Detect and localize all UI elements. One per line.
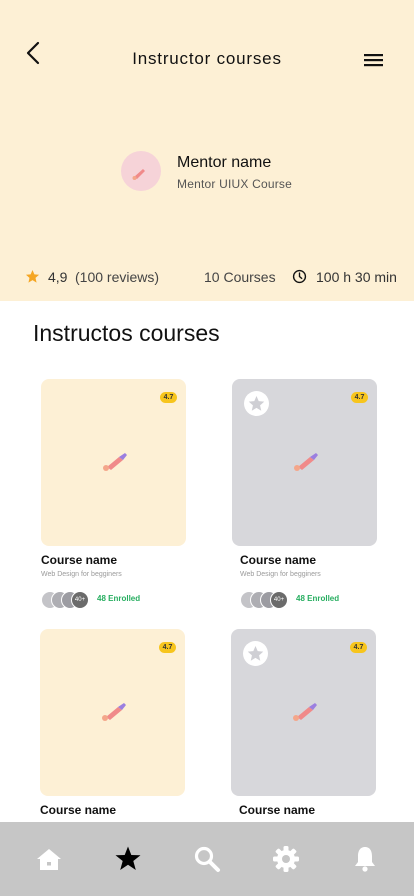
- rating-badge: 4.7: [160, 392, 177, 403]
- course-name[interactable]: Course name: [41, 553, 117, 567]
- enrolled-group: 40+ 48 Enrolled: [240, 591, 400, 609]
- mentor-avatar[interactable]: [121, 151, 161, 191]
- course-subtitle: Web Design for begginers: [240, 571, 321, 578]
- page-title: Instructor courses: [132, 49, 282, 68]
- more-avatars-badge: 40+: [71, 591, 89, 609]
- paintbrush-icon: [294, 453, 318, 471]
- mentor-course: Mentor UIUX Course: [177, 177, 292, 191]
- mentor-stats: 4,9 (100 reviews) 10 Courses 100 h 30 mi…: [0, 268, 414, 288]
- hamburger-menu-icon[interactable]: [362, 50, 386, 70]
- star-outline-icon: [247, 645, 264, 661]
- course-name[interactable]: Course name: [40, 803, 116, 817]
- star-outline-icon: [248, 395, 265, 411]
- course-card[interactable]: 4.7: [41, 379, 186, 546]
- paintbrush-icon: [132, 169, 145, 180]
- rating-badge: 4.7: [351, 392, 368, 403]
- rating-value: 4,9: [48, 269, 68, 285]
- star-icon[interactable]: [113, 844, 143, 874]
- course-subtitle: Web Design for begginers: [41, 571, 122, 578]
- enrolled-count: 48 Enrolled: [296, 594, 340, 603]
- profile-header: Instructor courses Mentor name Mentor UI…: [0, 0, 414, 301]
- home-icon[interactable]: [34, 844, 64, 874]
- paintbrush-icon: [103, 453, 127, 471]
- clock-icon: [292, 269, 307, 284]
- courses-count: 10 Courses: [204, 269, 276, 285]
- enrolled-count: 48 Enrolled: [97, 594, 141, 603]
- course-card[interactable]: 4.7: [231, 629, 376, 796]
- paintbrush-icon: [293, 703, 317, 721]
- bottom-nav: [0, 822, 414, 896]
- course-name[interactable]: Course name: [240, 553, 316, 567]
- section-title: Instructos courses: [33, 320, 220, 346]
- course-card[interactable]: 4.7: [232, 379, 377, 546]
- search-icon[interactable]: [192, 844, 222, 874]
- more-avatars-badge: 40+: [270, 591, 288, 609]
- rating-badge: 4.7: [159, 642, 176, 653]
- bell-icon[interactable]: [350, 844, 380, 874]
- mentor-name[interactable]: Mentor name: [177, 154, 271, 172]
- favorite-button[interactable]: [244, 391, 269, 416]
- star-icon: [25, 269, 40, 283]
- favorite-button[interactable]: [243, 641, 268, 666]
- duration: 100 h 30 min: [316, 269, 397, 285]
- reviews-count: (100 reviews): [75, 269, 160, 285]
- rating-badge: 4.7: [350, 642, 367, 653]
- enrolled-group: 40+ 48 Enrolled: [41, 591, 201, 609]
- course-card[interactable]: 4.7: [40, 629, 185, 796]
- paintbrush-icon: [102, 703, 126, 721]
- gear-icon[interactable]: [271, 844, 301, 874]
- course-name[interactable]: Course name: [239, 803, 315, 817]
